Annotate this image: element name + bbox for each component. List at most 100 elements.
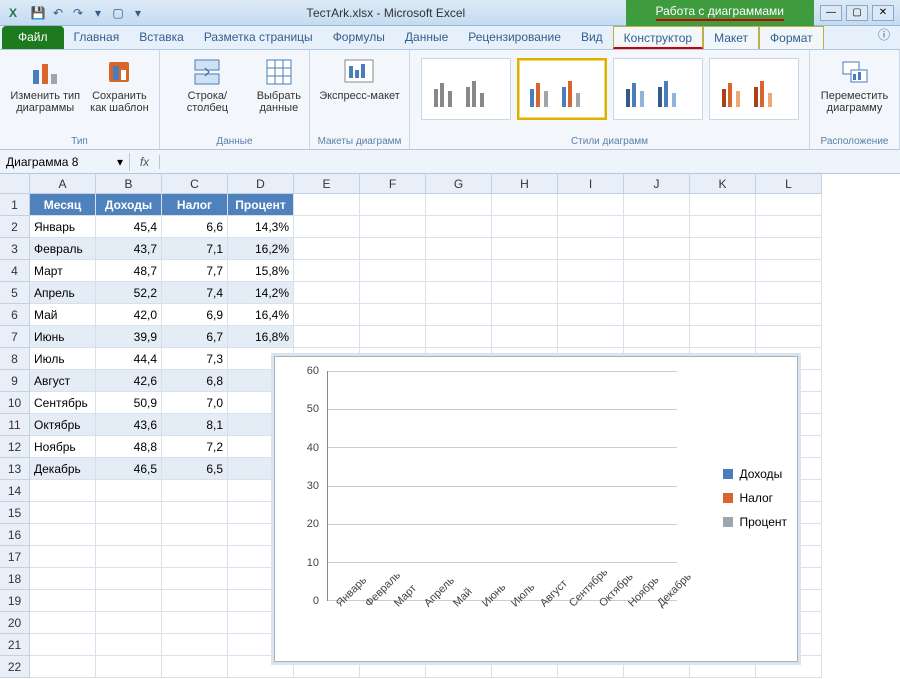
cell-J3[interactable] <box>624 238 690 260</box>
cell-B21[interactable] <box>96 634 162 656</box>
cell-A6[interactable]: Май <box>30 304 96 326</box>
column-header-L[interactable]: L <box>756 174 822 194</box>
tab-chart-format[interactable]: Формат <box>759 26 824 49</box>
row-header-13[interactable]: 13 <box>0 458 30 480</box>
cell-A7[interactable]: Июнь <box>30 326 96 348</box>
cell-K6[interactable] <box>690 304 756 326</box>
cell-C1[interactable]: Налог <box>162 194 228 216</box>
cell-C10[interactable]: 7,0 <box>162 392 228 414</box>
cell-B16[interactable] <box>96 524 162 546</box>
cell-A21[interactable] <box>30 634 96 656</box>
row-header-2[interactable]: 2 <box>0 216 30 238</box>
row-header-8[interactable]: 8 <box>0 348 30 370</box>
cell-J1[interactable] <box>624 194 690 216</box>
cell-J4[interactable] <box>624 260 690 282</box>
cell-G4[interactable] <box>426 260 492 282</box>
cell-E5[interactable] <box>294 282 360 304</box>
column-header-A[interactable]: A <box>30 174 96 194</box>
cell-A5[interactable]: Апрель <box>30 282 96 304</box>
cell-C17[interactable] <box>162 546 228 568</box>
cell-C4[interactable]: 7,7 <box>162 260 228 282</box>
cell-L4[interactable] <box>756 260 822 282</box>
row-header-7[interactable]: 7 <box>0 326 30 348</box>
cell-A16[interactable] <box>30 524 96 546</box>
row-header-22[interactable]: 22 <box>0 656 30 678</box>
cell-D1[interactable]: Процент <box>228 194 294 216</box>
cell-C13[interactable]: 6,5 <box>162 458 228 480</box>
cell-J6[interactable] <box>624 304 690 326</box>
row-header-15[interactable]: 15 <box>0 502 30 524</box>
row-header-16[interactable]: 16 <box>0 524 30 546</box>
tab-review[interactable]: Рецензирование <box>458 26 571 49</box>
cell-I3[interactable] <box>558 238 624 260</box>
cell-A14[interactable] <box>30 480 96 502</box>
cell-H5[interactable] <box>492 282 558 304</box>
cell-A13[interactable]: Декабрь <box>30 458 96 480</box>
row-header-19[interactable]: 19 <box>0 590 30 612</box>
minimize-button[interactable]: — <box>820 5 842 21</box>
column-header-J[interactable]: J <box>624 174 690 194</box>
cell-I5[interactable] <box>558 282 624 304</box>
cell-B15[interactable] <box>96 502 162 524</box>
cell-B14[interactable] <box>96 480 162 502</box>
cell-D3[interactable]: 16,2% <box>228 238 294 260</box>
undo-icon[interactable]: ↶ <box>50 5 66 21</box>
cell-B20[interactable] <box>96 612 162 634</box>
cell-B10[interactable]: 50,9 <box>96 392 162 414</box>
row-header-4[interactable]: 4 <box>0 260 30 282</box>
column-header-F[interactable]: F <box>360 174 426 194</box>
cell-H2[interactable] <box>492 216 558 238</box>
cell-A18[interactable] <box>30 568 96 590</box>
cell-F5[interactable] <box>360 282 426 304</box>
row-header-1[interactable]: 1 <box>0 194 30 216</box>
cell-C8[interactable]: 7,3 <box>162 348 228 370</box>
qat-more-icon[interactable]: ▾ <box>130 5 146 21</box>
cell-A22[interactable] <box>30 656 96 678</box>
save-as-template-button[interactable]: Сохранить как шаблон <box>88 54 151 116</box>
cell-L6[interactable] <box>756 304 822 326</box>
cell-A4[interactable]: Март <box>30 260 96 282</box>
cell-D7[interactable]: 16,8% <box>228 326 294 348</box>
cell-C16[interactable] <box>162 524 228 546</box>
cell-L2[interactable] <box>756 216 822 238</box>
cell-C12[interactable]: 7,2 <box>162 436 228 458</box>
move-chart-button[interactable]: Переместить диаграмму <box>819 54 890 116</box>
cell-F7[interactable] <box>360 326 426 348</box>
cell-E1[interactable] <box>294 194 360 216</box>
cell-I2[interactable] <box>558 216 624 238</box>
column-header-H[interactable]: H <box>492 174 558 194</box>
column-header-B[interactable]: B <box>96 174 162 194</box>
cell-D6[interactable]: 16,4% <box>228 304 294 326</box>
cell-A15[interactable] <box>30 502 96 524</box>
cell-D4[interactable]: 15,8% <box>228 260 294 282</box>
cell-G3[interactable] <box>426 238 492 260</box>
cell-J7[interactable] <box>624 326 690 348</box>
change-chart-type-button[interactable]: Изменить тип диаграммы <box>8 54 82 116</box>
row-header-6[interactable]: 6 <box>0 304 30 326</box>
cell-C3[interactable]: 7,1 <box>162 238 228 260</box>
cell-H7[interactable] <box>492 326 558 348</box>
cell-G7[interactable] <box>426 326 492 348</box>
cell-E2[interactable] <box>294 216 360 238</box>
cell-K3[interactable] <box>690 238 756 260</box>
row-header-14[interactable]: 14 <box>0 480 30 502</box>
cell-B5[interactable]: 52,2 <box>96 282 162 304</box>
close-button[interactable]: ✕ <box>872 5 894 21</box>
cell-B13[interactable]: 46,5 <box>96 458 162 480</box>
cell-D2[interactable]: 14,3% <box>228 216 294 238</box>
column-header-D[interactable]: D <box>228 174 294 194</box>
cell-C20[interactable] <box>162 612 228 634</box>
column-header-I[interactable]: I <box>558 174 624 194</box>
camera-icon[interactable]: ▾ <box>90 5 106 21</box>
cell-L5[interactable] <box>756 282 822 304</box>
cell-H3[interactable] <box>492 238 558 260</box>
row-header-10[interactable]: 10 <box>0 392 30 414</box>
cell-G1[interactable] <box>426 194 492 216</box>
tab-chart-design[interactable]: Конструктор <box>613 26 703 49</box>
cell-E4[interactable] <box>294 260 360 282</box>
tab-page-layout[interactable]: Разметка страницы <box>194 26 323 49</box>
cell-B1[interactable]: Доходы <box>96 194 162 216</box>
row-header-18[interactable]: 18 <box>0 568 30 590</box>
column-header-K[interactable]: K <box>690 174 756 194</box>
cell-B22[interactable] <box>96 656 162 678</box>
